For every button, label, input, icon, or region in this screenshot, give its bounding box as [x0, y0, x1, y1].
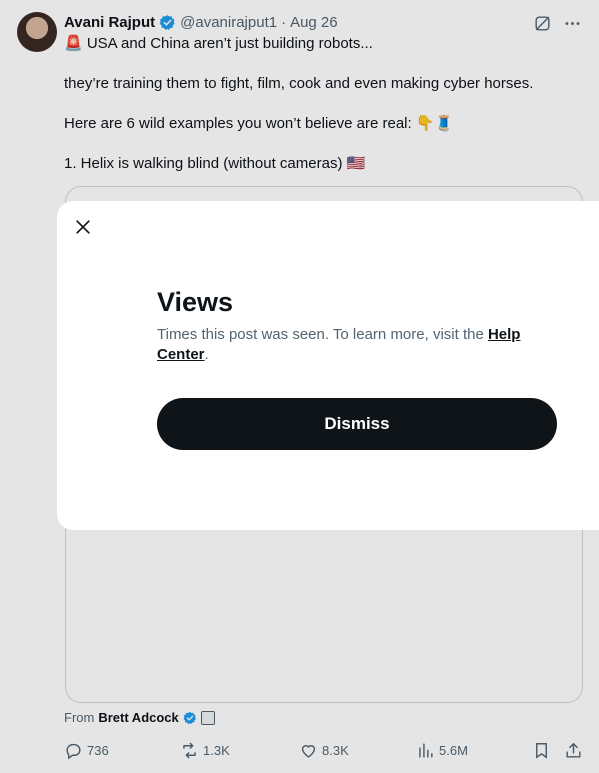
close-icon: [76, 220, 90, 234]
modal-description-period: .: [204, 346, 209, 363]
dismiss-button[interactable]: Dismiss: [157, 398, 557, 450]
modal-title: Views: [157, 287, 234, 317]
views-modal: Views Times this post was seen. To learn…: [57, 201, 599, 530]
modal-description-text: Times this post was seen. To learn more,…: [157, 326, 488, 343]
close-button[interactable]: [71, 215, 95, 239]
modal-description: Times this post was seen. To learn more,…: [157, 325, 557, 365]
